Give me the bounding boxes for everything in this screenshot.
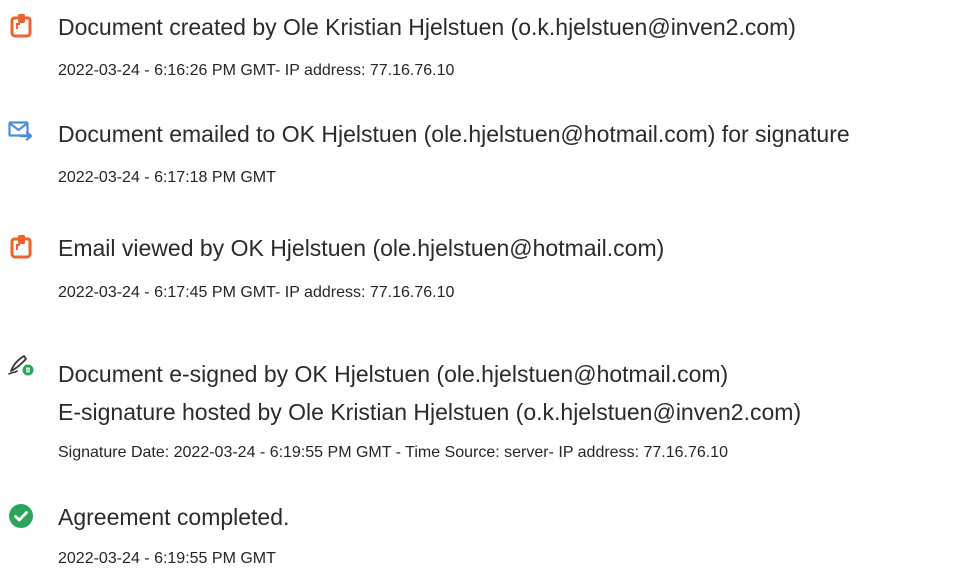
event-title: Document e-signed by OK Hjelstuen (ole.h… xyxy=(58,361,729,387)
event-timestamp: 2022-03-24 - 6:17:18 PM GMT xyxy=(58,169,276,186)
event-title: Agreement completed. xyxy=(58,504,290,530)
event-timestamp: 2022-03-24 - 6:16:26 PM GMT- IP address:… xyxy=(58,62,455,79)
document-viewed-icon xyxy=(10,235,32,259)
document-created-icon xyxy=(10,14,32,38)
event-title: Email viewed by OK Hjelstuen (ole.hjelst… xyxy=(58,235,665,261)
event-title: Document created by Ole Kristian Hjelstu… xyxy=(58,14,796,40)
e-signed-icon xyxy=(8,355,34,376)
event-subtitle: E-signature hosted by Ole Kristian Hjels… xyxy=(58,399,802,425)
event-title: Document emailed to OK Hjelstuen (ole.hj… xyxy=(58,121,850,147)
completed-check-icon xyxy=(9,504,33,528)
email-sent-icon xyxy=(8,121,33,141)
event-timestamp: Signature Date: 2022-03-24 - 6:19:55 PM … xyxy=(58,444,728,461)
event-timestamp: 2022-03-24 - 6:19:55 PM GMT xyxy=(58,550,276,567)
event-timestamp: 2022-03-24 - 6:17:45 PM GMT- IP address:… xyxy=(58,284,455,301)
